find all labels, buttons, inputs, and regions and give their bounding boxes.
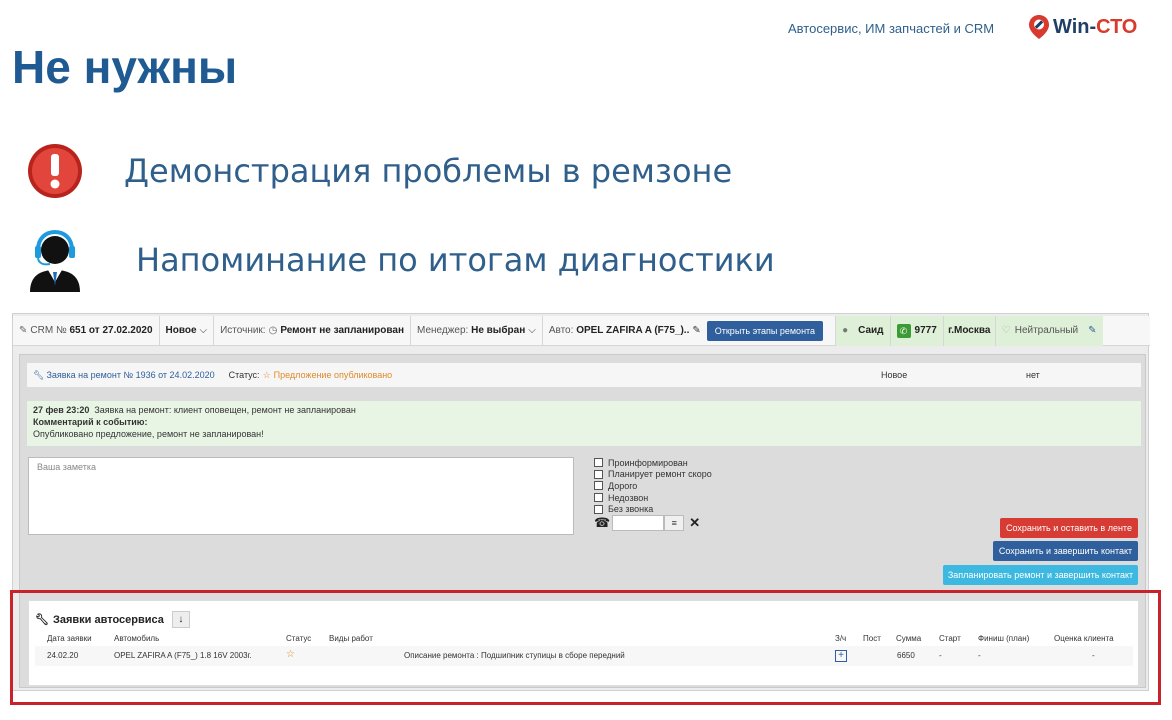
logo-win-text: Win- bbox=[1053, 15, 1097, 38]
warning-icon bbox=[28, 144, 82, 198]
bullet-item: Демонстрация проблемы в ремзоне bbox=[26, 142, 732, 200]
edit-square-icon[interactable]: ✎ bbox=[1088, 325, 1096, 336]
auto-segment[interactable]: Авто: OPEL ZAFIRA A (F75_).. ✎ Открыть э… bbox=[543, 315, 837, 346]
star-icon: ☆ bbox=[262, 369, 271, 380]
checkbox-plans-repair[interactable]: Планирует ремонт скоро bbox=[594, 469, 712, 481]
repair-request-link[interactable]: Заявка на ремонт № 1936 от 24.02.2020 bbox=[46, 370, 214, 380]
phone-icon: ✆ bbox=[896, 323, 911, 338]
plan-finish-button[interactable]: Запланировать ремонт и завершить контакт bbox=[943, 565, 1138, 585]
event-comment: Опубликовано предложение, ремонт не запл… bbox=[33, 429, 264, 439]
save-keep-button[interactable]: Сохранить и оставить в ленте bbox=[1000, 518, 1138, 538]
crm-number-segment: ✎ CRM № 651 от 27.02.2020 bbox=[13, 315, 160, 346]
callback-row: ☎ ≡ ✕ bbox=[594, 515, 700, 531]
wrench-icon: 🔧︎ bbox=[33, 369, 45, 380]
brand-tagline: Автосервис, ИМ запчастей и CRM bbox=[788, 21, 995, 36]
logo-cto-text: СТО bbox=[1096, 15, 1138, 38]
mood-segment[interactable]: ♡ Нейтральный ✎ bbox=[995, 315, 1103, 346]
operator-headset-icon bbox=[30, 229, 80, 292]
heart-icon: ♡ bbox=[1001, 325, 1011, 336]
manager-dropdown[interactable]: Менеджер: Не выбран ⌵ bbox=[411, 315, 543, 346]
location-pin-wrench-icon bbox=[1029, 15, 1049, 39]
phone-segment[interactable]: ✆ 9777 bbox=[890, 315, 944, 346]
chevron-down-icon: ⌵ bbox=[199, 325, 208, 336]
callback-date-input[interactable] bbox=[612, 515, 665, 531]
request-state: Новое bbox=[881, 370, 908, 380]
checkbox-no-call[interactable]: Без звонка bbox=[594, 503, 712, 515]
open-stages-button[interactable]: Открыть этапы ремонта bbox=[706, 320, 824, 341]
client-name-segment[interactable]: ● Саид bbox=[836, 315, 891, 346]
highlight-frame bbox=[10, 590, 1161, 705]
close-icon[interactable]: ✕ bbox=[689, 515, 700, 531]
bullet-text: Напоминание по итогам диагностики bbox=[136, 241, 775, 279]
checkbox-informed[interactable]: Проинформирован bbox=[594, 457, 712, 469]
telephone-icon: ☎ bbox=[594, 515, 611, 530]
win-sto-logo: Win-СТО bbox=[1028, 14, 1137, 40]
note-textarea[interactable]: Ваша заметка bbox=[28, 457, 574, 535]
checkbox-no-answer[interactable]: Недозвон bbox=[594, 492, 712, 504]
edit-icon: ✎ bbox=[19, 325, 28, 336]
checkbox-expensive[interactable]: Дорого bbox=[594, 480, 712, 492]
clock-icon: ◷ bbox=[268, 325, 278, 336]
pencil-icon[interactable]: ✎ bbox=[692, 325, 700, 336]
save-finish-button[interactable]: Сохранить и завершить контакт bbox=[993, 541, 1138, 561]
city-segment: г.Москва bbox=[943, 315, 996, 346]
request-extra: нет bbox=[1026, 370, 1040, 380]
source-segment: Источник: ◷ Ремонт не запланирован bbox=[214, 315, 412, 346]
crm-number: 651 от 27.02.2020 bbox=[69, 325, 153, 336]
event-text: Заявка на ремонт: клиент оповещен, ремон… bbox=[94, 405, 356, 415]
bullet-text: Демонстрация проблемы в ремзоне bbox=[124, 152, 733, 190]
checkbox-list: Проинформирован Планирует ремонт скоро Д… bbox=[594, 457, 712, 515]
state-dropdown[interactable]: Новое ⌵ bbox=[160, 315, 215, 346]
request-status: Предложение опубликовано bbox=[273, 370, 393, 380]
crm-topbar: ✎ CRM № 651 от 27.02.2020 Новое ⌵ Источн… bbox=[13, 315, 1150, 346]
event-time: 27 фев 23:20 bbox=[33, 405, 90, 415]
event-block: 27 фев 23:20 Заявка на ремонт: клиент оп… bbox=[27, 401, 1141, 446]
user-icon: ● bbox=[842, 325, 849, 336]
repair-request-row: 🔧︎ Заявка на ремонт № 1936 от 24.02.2020… bbox=[27, 363, 1141, 387]
slide-title: Не нужны bbox=[12, 41, 238, 93]
chevron-down-icon: ⌵ bbox=[528, 325, 536, 336]
event-comment-label: Комментарий к событию: bbox=[33, 417, 148, 427]
bullet-item: Напоминание по итогам диагностики bbox=[26, 228, 775, 292]
list-icon[interactable]: ≡ bbox=[664, 515, 685, 531]
